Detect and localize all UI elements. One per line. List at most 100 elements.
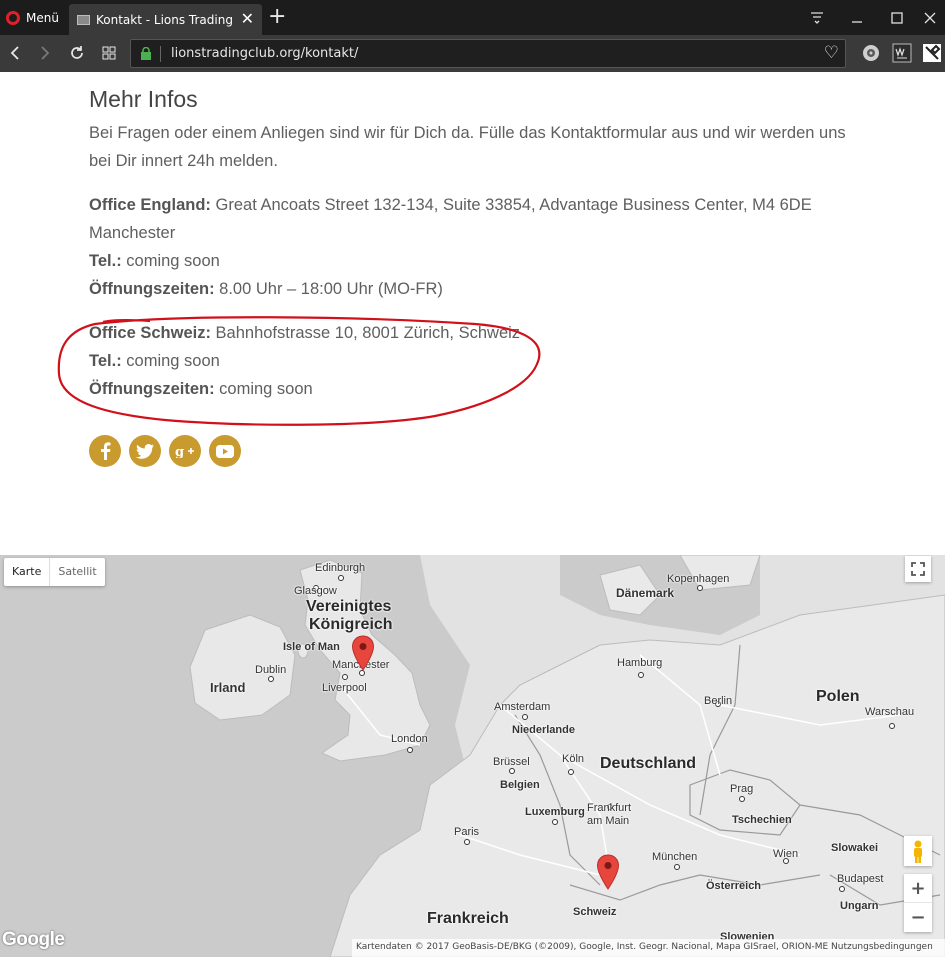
city-dot xyxy=(638,672,644,678)
fullscreen-icon xyxy=(911,562,925,576)
tab-kontakt[interactable]: Kontakt - Lions Trading Club ✕ xyxy=(69,4,262,35)
map-label-daenemark: Dänemark xyxy=(616,586,675,600)
office-england: Office England: Great Ancoats Street 132… xyxy=(89,191,849,303)
map-label-paris: Paris xyxy=(454,826,480,838)
tel-schweiz-value: coming soon xyxy=(121,352,220,370)
city-dot xyxy=(342,674,348,680)
map-label-tschechien: Tschechien xyxy=(732,814,792,826)
city-dot xyxy=(568,769,574,775)
back-button[interactable] xyxy=(3,41,27,65)
reload-button[interactable] xyxy=(65,41,89,65)
map-label-niederlande: Niederlande xyxy=(512,724,575,736)
map-label-muenchen: München xyxy=(652,851,698,863)
url-separator xyxy=(160,46,161,62)
map-label-irland: Irland xyxy=(210,680,246,695)
office-england-label: Office England: xyxy=(89,196,211,214)
hours-england-label: Öffnungszeiten: xyxy=(89,280,215,298)
map-label-liverpool: Liverpool xyxy=(322,682,367,694)
map-label-wien: Wien xyxy=(773,848,799,860)
map-label-oesterreich: Österreich xyxy=(706,880,762,892)
marker-manchester-icon[interactable] xyxy=(351,635,375,671)
bookmark-heart-icon[interactable]: ♡ xyxy=(824,43,839,63)
map-label-edinburgh: Edinburgh xyxy=(315,562,366,574)
youtube-icon[interactable] xyxy=(209,435,241,467)
extension-wp-icon[interactable] xyxy=(892,43,912,63)
map-label-kopenhagen: Kopenhagen xyxy=(667,573,730,585)
facebook-icon[interactable] xyxy=(89,435,121,467)
city-dot xyxy=(509,768,515,774)
map-label-prag: Prag xyxy=(730,783,754,795)
tab-bar: Menü Kontakt - Lions Trading Club ✕ + xyxy=(0,0,945,35)
map-label-slowakei: Slowakei xyxy=(831,842,879,854)
city-dot xyxy=(889,723,895,729)
map-label-schweiz: Schweiz xyxy=(573,906,617,918)
tab-title: Kontakt - Lions Trading Club xyxy=(96,12,236,27)
map-label-ungarn: Ungarn xyxy=(840,900,879,912)
address-bar[interactable]: lionstradingclub.org/kontakt/ ♡ xyxy=(130,39,846,68)
map-type-control: Karte Satellit xyxy=(4,558,105,586)
minimize-button[interactable] xyxy=(837,0,877,35)
close-tab-icon[interactable]: ✕ xyxy=(241,9,254,28)
map-attribution[interactable]: Kartendaten © 2017 GeoBasis-DE/BKG (©200… xyxy=(352,939,945,957)
map-label-deutschland: Deutschland xyxy=(600,755,697,772)
opera-logo-icon xyxy=(6,10,20,25)
google-map[interactable]: Edinburgh Glasgow Vereinigtes Königreich… xyxy=(0,555,945,957)
office-schweiz: Office Schweiz: Bahnhofstrasse 10, 8001 … xyxy=(89,319,849,403)
map-terrain xyxy=(0,555,945,957)
forward-button[interactable] xyxy=(33,41,57,65)
city-dot xyxy=(464,839,470,845)
map-label-polen: Polen xyxy=(816,688,860,705)
tab-menu-icon[interactable] xyxy=(797,0,837,35)
map-label-berlin: Berlin xyxy=(704,695,733,707)
fullscreen-button[interactable] xyxy=(905,556,931,582)
twitter-icon[interactable] xyxy=(129,435,161,467)
hours-schweiz-label: Öffnungszeiten: xyxy=(89,380,215,398)
map-label-glasgow: Glasgow xyxy=(294,585,337,597)
url-text[interactable]: lionstradingclub.org/kontakt/ xyxy=(171,46,358,61)
city-dot xyxy=(697,585,703,591)
google-plus-icon[interactable]: g xyxy=(169,435,201,467)
city-dot xyxy=(338,575,344,581)
map-type-satellit-button[interactable]: Satellit xyxy=(49,558,104,586)
extension-disc-icon[interactable] xyxy=(861,43,881,63)
marker-zurich-icon[interactable] xyxy=(596,854,620,890)
tel-schweiz-label: Tel.: xyxy=(89,352,122,370)
opera-menu-button[interactable]: Menü xyxy=(0,0,66,35)
city-dot xyxy=(522,714,528,720)
city-dot xyxy=(739,796,745,802)
favicon-icon xyxy=(77,14,90,25)
office-schweiz-address: Bahnhofstrasse 10, 8001 Zürich, Schweiz xyxy=(210,324,521,342)
contact-info-section: Mehr Infos Bei Fragen oder einem Anliege… xyxy=(89,86,849,403)
hours-england-value: 8.00 Uhr – 18:00 Uhr (MO-FR) xyxy=(214,280,443,298)
google-logo: Google xyxy=(2,929,65,950)
new-tab-button[interactable]: + xyxy=(268,4,286,30)
address-toolbar: lionstradingclub.org/kontakt/ ♡ xyxy=(0,35,945,72)
map-label-uk-2: Königreich xyxy=(309,616,393,633)
extension-tool-icon[interactable] xyxy=(922,43,942,63)
speed-dial-grid-icon[interactable] xyxy=(97,41,121,65)
map-label-frankreich: Frankreich xyxy=(427,910,509,927)
city-dot xyxy=(407,747,413,753)
hours-schweiz-value: coming soon xyxy=(214,380,313,398)
page-title: Mehr Infos xyxy=(89,86,198,112)
map-label-bruessel: Brüssel xyxy=(493,756,530,768)
zoom-out-button[interactable]: − xyxy=(904,903,932,932)
zoom-in-button[interactable]: + xyxy=(904,874,932,903)
map-label-isle-of-man: Isle of Man xyxy=(283,641,340,653)
map-type-karte-button[interactable]: Karte xyxy=(4,558,49,586)
menu-label: Menü xyxy=(26,10,59,25)
map-label-belgien: Belgien xyxy=(500,779,540,791)
map-label-warschau: Warschau xyxy=(865,706,915,718)
map-label-frankfurt-1: Frankfurt xyxy=(587,802,632,814)
map-label-amsterdam: Amsterdam xyxy=(494,701,551,713)
map-label-luxemburg: Luxemburg xyxy=(525,806,585,818)
close-window-button[interactable] xyxy=(910,0,945,35)
map-label-budapest: Budapest xyxy=(837,873,884,885)
tel-england-value: coming soon xyxy=(121,252,220,270)
svg-text:g: g xyxy=(175,445,184,458)
office-schweiz-label: Office Schweiz: xyxy=(89,324,211,342)
map-label-koeln: Köln xyxy=(562,753,585,765)
social-icons: g xyxy=(89,435,241,467)
street-view-pegman-button[interactable] xyxy=(904,836,932,866)
tel-england-label: Tel.: xyxy=(89,252,122,270)
